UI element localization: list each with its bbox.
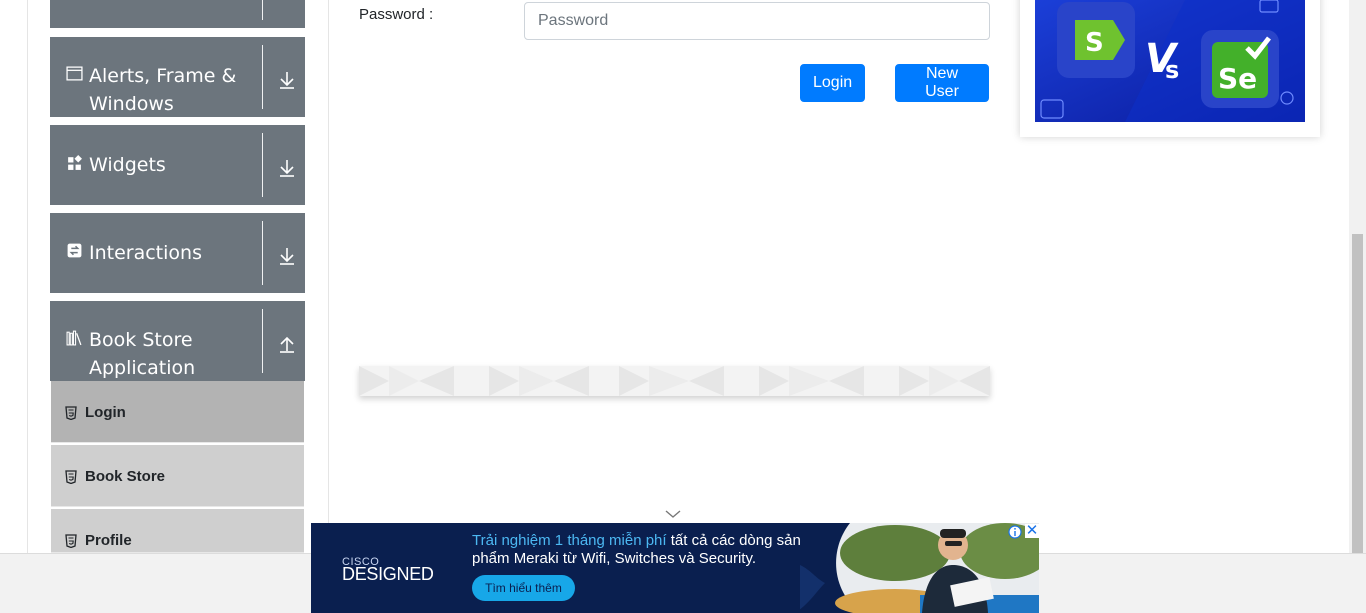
sidebar-group-label: Widgets	[89, 154, 166, 176]
ad-cta-button[interactable]: Tìm hiểu thêm	[472, 575, 575, 601]
download-arrow-icon[interactable]	[274, 157, 300, 179]
password-label: Password :	[359, 6, 434, 23]
info-icon[interactable]	[1008, 525, 1022, 539]
sidebar-item-label: Login	[85, 404, 126, 421]
html5-icon	[65, 469, 77, 484]
sidebar-group-widgets[interactable]: Widgets	[50, 125, 305, 205]
sidebar-item-label: Book Store	[85, 468, 166, 485]
password-input[interactable]	[524, 2, 990, 40]
ad-brand: DESIGNED	[342, 564, 434, 584]
login-button[interactable]: Login	[800, 64, 865, 102]
close-icon[interactable]: ✕	[1025, 523, 1039, 538]
svg-text:s: s	[1165, 56, 1179, 84]
sidebar-group-label: Alerts, Frame & Windows	[89, 65, 237, 115]
sidebar-item-login[interactable]: Login	[51, 381, 304, 443]
download-arrow-icon[interactable]	[274, 245, 300, 267]
ad-photo	[800, 523, 1039, 613]
advertisement-banner[interactable]: CISCO DESIGNED Trải nghiệm 1 tháng miễn …	[311, 523, 1039, 613]
sidebar-group-label: Interactions	[89, 242, 202, 264]
interactions-icon	[67, 243, 82, 258]
html5-icon	[65, 533, 77, 548]
html5-icon	[65, 405, 77, 420]
sidebar-group-alerts[interactable]: Alerts, Frame & Windows	[50, 37, 305, 117]
widgets-icon	[68, 155, 82, 170]
new-user-button[interactable]: New User	[895, 64, 989, 102]
sidebar-item-label: Profile	[85, 532, 132, 549]
chevron-down-icon[interactable]	[664, 508, 682, 520]
decorative-pattern-banner	[359, 366, 990, 396]
left-border	[27, 0, 28, 553]
sidebar-group-interactions[interactable]: Interactions	[50, 213, 305, 293]
upload-arrow-icon[interactable]	[274, 333, 300, 355]
divider	[262, 221, 263, 285]
divider	[262, 133, 263, 197]
sidebar-group-book-store[interactable]: Book Store Application	[50, 301, 305, 381]
sidebar-group-forms[interactable]	[50, 0, 305, 28]
svg-text:S: S	[1085, 28, 1104, 58]
divider	[262, 309, 263, 373]
books-icon	[66, 330, 82, 346]
promo-banner[interactable]: S V s Se	[1035, 0, 1305, 122]
svg-text:Se: Se	[1218, 62, 1257, 95]
sidebar-item-profile[interactable]: Profile	[51, 509, 304, 553]
scrollbar-thumb[interactable]	[1352, 234, 1363, 566]
sidebar-group-label: Book Store Application	[89, 329, 196, 379]
download-arrow-icon[interactable]	[274, 69, 300, 91]
window-icon	[66, 66, 83, 81]
content-border	[328, 0, 329, 553]
ad-text: Trải nghiệm 1 tháng miễn phí tất cả các …	[472, 532, 801, 567]
sidebar-item-book-store[interactable]: Book Store	[51, 445, 304, 507]
divider	[262, 45, 263, 109]
divider	[262, 0, 263, 20]
